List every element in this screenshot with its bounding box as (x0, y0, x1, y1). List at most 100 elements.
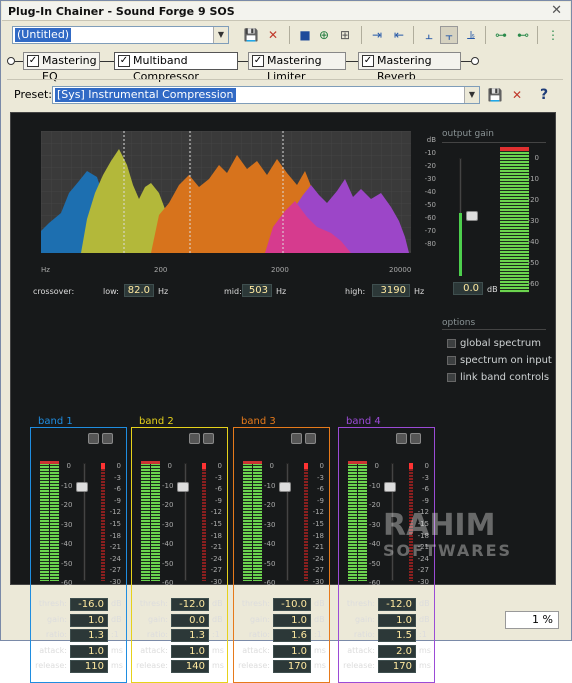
output-gain-knob[interactable] (466, 211, 478, 221)
title-bar: Plug-In Chainer - Sound Forge 9 SOS ✕ (2, 2, 570, 21)
release-field[interactable]: 170 (378, 660, 416, 673)
band-level-meter (141, 463, 150, 581)
option-global-spectrum[interactable]: global spectrum (447, 338, 541, 349)
checkbox-icon[interactable] (447, 373, 456, 382)
preset-combo[interactable]: [Sys] Instrumental Compression ▼ (52, 86, 480, 104)
save-preset-icon[interactable]: 💾 (486, 86, 504, 104)
options-label: options (442, 318, 476, 328)
save-icon[interactable]: 💾 (242, 26, 260, 44)
band-4-label: band 4 (346, 416, 381, 427)
post-icon[interactable]: ⫟ (440, 26, 458, 44)
unit-label: ms (314, 645, 326, 655)
gr-tick: -27 (109, 566, 121, 575)
level-tick: 0 (374, 462, 379, 470)
band-2-strip: 0 -10 -20 -30 -40 -50 -60 0 -3 -6 -9 -12 -15 -18 -21 -2… (131, 427, 228, 683)
level-tick: -60 (162, 579, 174, 587)
plugin-multiband-compressor[interactable]: ✓ Multiband Compressor (114, 52, 238, 83)
move-left-icon[interactable]: ⇥ (368, 26, 386, 44)
unit-label: ms (419, 661, 431, 670)
threshold-slider[interactable] (286, 463, 289, 581)
option-label: global spectrum (460, 338, 541, 349)
gr-tick: -30 (109, 578, 121, 586)
checkbox-icon[interactable] (447, 356, 456, 365)
crossover-mid-label: mid: (224, 287, 242, 296)
option-spectrum-on-input[interactable]: spectrum on input (447, 355, 552, 366)
gr-tick: -3 (114, 473, 121, 482)
threshold-slider[interactable] (83, 463, 86, 581)
threshold-slider[interactable] (184, 463, 187, 581)
bypass-icon[interactable] (203, 433, 214, 444)
threshold-knob[interactable] (279, 482, 291, 492)
gr-tick: -21 (210, 543, 222, 552)
output-gain-slider-fill (459, 213, 462, 276)
plugin-mastering-eq[interactable]: ✓ Mastering EQ (23, 52, 100, 83)
gr-tick: -30 (417, 578, 429, 586)
output-tick: -50 (527, 259, 539, 267)
attack-field[interactable]: 1.0 (70, 644, 108, 658)
output-tick: -40 (527, 238, 539, 246)
release-field[interactable]: 140 (171, 660, 209, 673)
level-tick: -40 (162, 540, 174, 548)
chevron-down-icon[interactable]: ▼ (213, 27, 228, 43)
close-icon[interactable]: ✕ (551, 3, 562, 18)
auto-icon[interactable]: ⫡ (462, 26, 480, 44)
checkbox-checked-icon[interactable]: ✓ (27, 55, 39, 67)
chain-name-combo[interactable]: (Untitled) ▼ (12, 26, 229, 44)
release-field[interactable]: 170 (273, 660, 311, 673)
band-level-meter (243, 463, 252, 581)
delete-preset-icon[interactable]: ✕ (508, 86, 526, 104)
crossover-low-field[interactable]: 82.0 (124, 284, 154, 297)
checkbox-checked-icon[interactable]: ✓ (362, 55, 374, 67)
unit-label: ms (111, 645, 123, 655)
remove-plugin-icon[interactable]: ⊞ (336, 26, 354, 44)
attack-field[interactable]: 1.0 (273, 644, 311, 658)
checkbox-checked-icon[interactable]: ✓ (118, 55, 130, 67)
attack-label: attack: (140, 645, 168, 655)
hz-tick: 2000 (271, 266, 289, 274)
gain-reduction-meter (101, 463, 105, 581)
bypass-icon[interactable] (102, 433, 113, 444)
gr-tick: -27 (417, 566, 429, 575)
threshold-knob[interactable] (177, 482, 189, 492)
unit-label: ms (212, 661, 224, 670)
checkbox-icon[interactable] (447, 339, 456, 348)
output-gain-field[interactable]: 0.0 (453, 282, 483, 295)
band-1-strip: 0 -10 -20 -30 -40 -50 -60 0 -3 -6 -9 -12 -15 -18 -21 -2… (30, 427, 127, 683)
remove-chain-icon[interactable]: ⊷ (514, 26, 532, 44)
bypass-icon[interactable]: ■ (296, 26, 314, 44)
help-icon[interactable]: ? (535, 86, 553, 104)
release-field[interactable]: 110 (70, 660, 108, 673)
option-link-band-controls[interactable]: link band controls (447, 372, 549, 383)
spectrum-display (41, 131, 411, 253)
level-tick: -20 (264, 501, 276, 509)
add-chain-icon[interactable]: ⊶ (492, 26, 510, 44)
crossover-high-field[interactable]: 3190 (372, 284, 410, 297)
bypass-icon[interactable] (410, 433, 421, 444)
toolbar-separator (537, 26, 538, 44)
threshold-knob[interactable] (76, 482, 88, 492)
plugin-mastering-reverb[interactable]: ✓ Mastering Reverb (358, 52, 461, 83)
add-plugin-icon[interactable]: ⊕ (315, 26, 333, 44)
solo-icon[interactable] (291, 433, 302, 444)
db-tick: -20 (424, 162, 436, 170)
solo-icon[interactable] (189, 433, 200, 444)
move-right-icon[interactable]: ⇤ (390, 26, 408, 44)
bypass-icon[interactable] (305, 433, 316, 444)
solo-icon[interactable] (88, 433, 99, 444)
solo-icon[interactable] (396, 433, 407, 444)
gain-reduction-peak (304, 463, 308, 469)
attack-field[interactable]: 1.0 (171, 644, 209, 658)
delete-icon[interactable]: ✕ (264, 26, 282, 44)
crossover-mid-field[interactable]: 503 (242, 284, 272, 297)
chain-settings-icon[interactable]: ⋮ (544, 26, 562, 44)
threshold-knob[interactable] (384, 482, 396, 492)
output-tick: 0 (534, 154, 539, 162)
pre-icon[interactable]: ⫠ (420, 26, 438, 44)
attack-field[interactable]: 2.0 (378, 644, 416, 658)
hz-tick: Hz (41, 266, 50, 274)
plugin-mastering-limiter[interactable]: ✓ Mastering Limiter (248, 52, 346, 83)
gain-reduction-peak (202, 463, 206, 469)
level-tick: -40 (61, 540, 73, 548)
checkbox-checked-icon[interactable]: ✓ (252, 55, 264, 67)
chevron-down-icon[interactable]: ▼ (464, 87, 479, 103)
